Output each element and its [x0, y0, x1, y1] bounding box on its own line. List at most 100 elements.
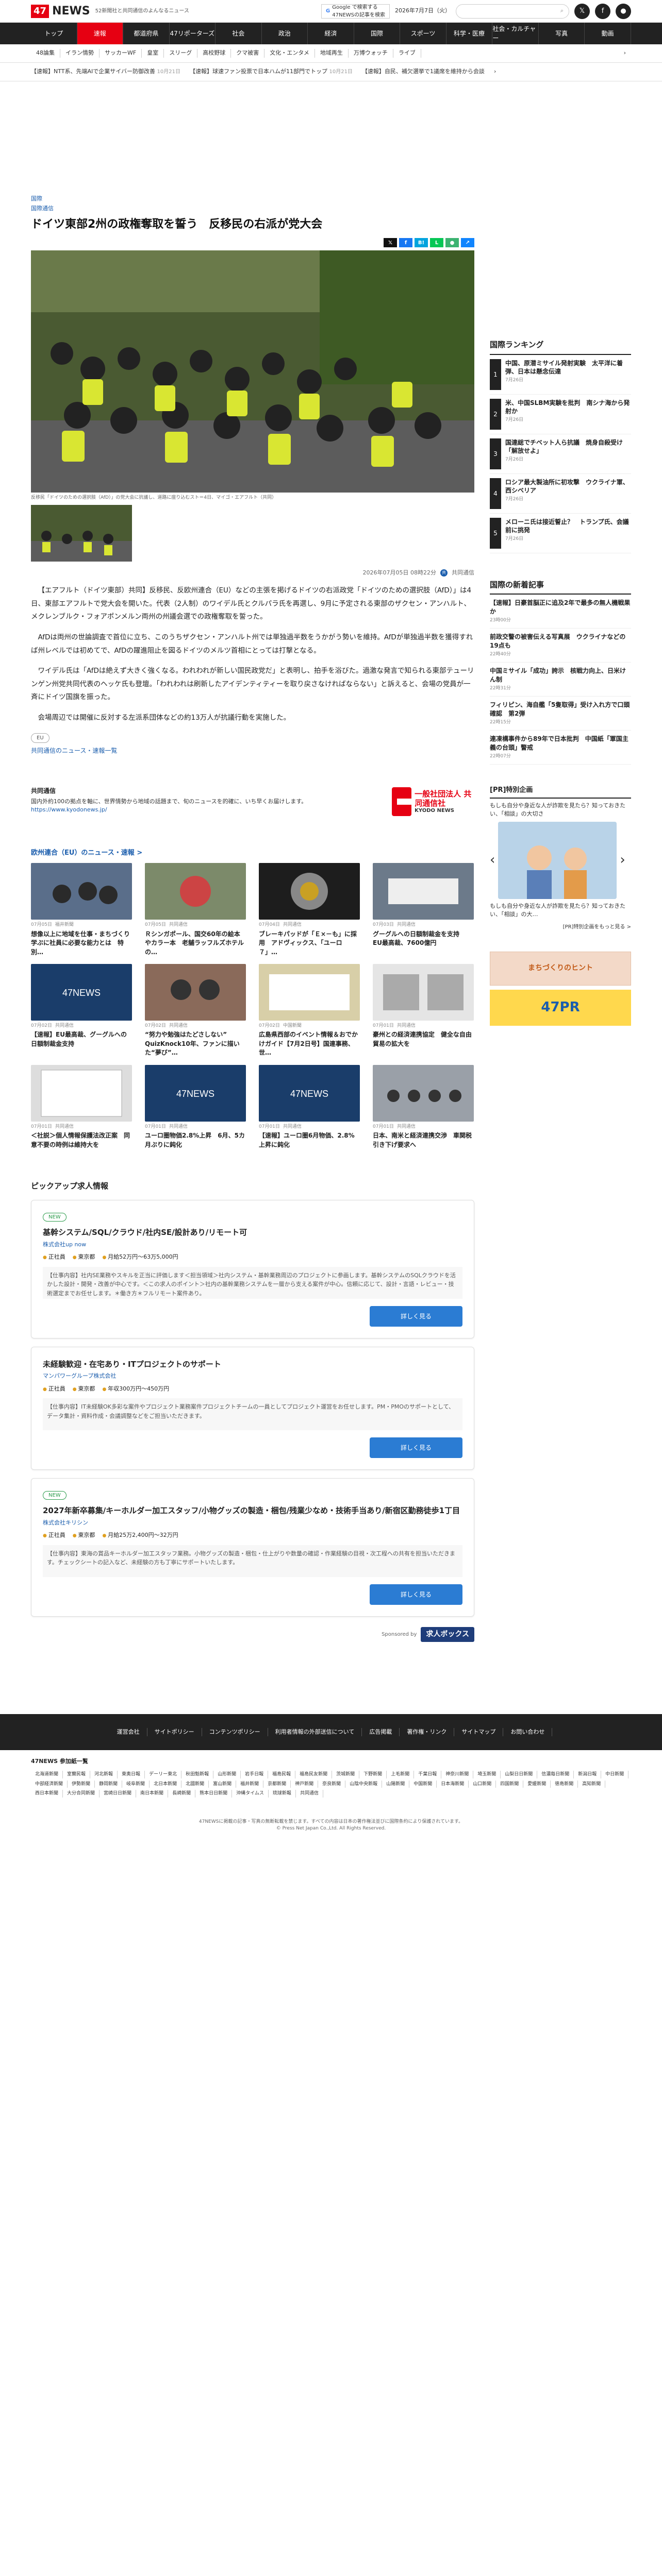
partner-link[interactable]: 北國新聞: [181, 1780, 209, 1788]
search-input[interactable]: ⌕: [456, 4, 569, 19]
nav-society[interactable]: 社会: [216, 23, 262, 44]
kyujin-box-logo[interactable]: 求人ボックス: [421, 1626, 474, 1642]
partner-link[interactable]: 新潟日報: [574, 1771, 602, 1778]
ranking-item[interactable]: 5 メローニ氏は接近誓止？ トランプ氏、会議前に挑発 7月26日: [490, 514, 631, 553]
ranking-item[interactable]: 3 国連総でチベット人ら抗議 焼身自殺受け「解放せよ」 7月26日: [490, 434, 631, 474]
provider-url[interactable]: https://www.kyodonews.jp/: [31, 806, 320, 815]
x-social-icon[interactable]: 𝕏: [574, 3, 590, 19]
partner-link[interactable]: 山口新聞: [469, 1780, 496, 1788]
nav-photo[interactable]: 写真: [539, 23, 585, 44]
partner-link[interactable]: 愛媛新聞: [523, 1780, 551, 1788]
latest-item[interactable]: 連凍構事件から89年で日本批判 中国紙「軍国主義の台頭」警戒 22時07分: [490, 731, 631, 765]
partner-link[interactable]: 山陽新聞: [382, 1780, 410, 1788]
news-card[interactable]: 07月01日 共同通信 ＜社説＞個人情報保護法改正案 同意不要の時例は維持大を: [31, 1064, 132, 1149]
subnav-item[interactable]: 万博ウォッチ: [349, 49, 393, 58]
ticker-item[interactable]: 【速報】自民、補欠選挙で1議席を維持から会談: [362, 67, 485, 76]
partner-link[interactable]: 福島民友新聞: [295, 1771, 333, 1778]
facebook-social-icon[interactable]: f: [595, 3, 610, 19]
partner-link[interactable]: 山梨日日新聞: [501, 1771, 538, 1778]
pr-image[interactable]: [498, 821, 617, 899]
job-detail-button[interactable]: 詳しく見る: [370, 1437, 462, 1459]
partner-link[interactable]: 大分合同新聞: [63, 1790, 100, 1798]
partner-link[interactable]: 室蘭民報: [63, 1771, 91, 1778]
news-card[interactable]: 07月03日 共同通信 グーグルへの日額制裁金を支持 EU最高裁、7600億円: [373, 863, 474, 957]
site-logo[interactable]: 47 NEWS: [31, 3, 90, 20]
partner-link[interactable]: 埼玉新聞: [473, 1771, 501, 1778]
job-title[interactable]: 2027年新卒募集/キーホルダー加工スタッフ/小物グッズの製造・梱包/残業少なめ…: [43, 1505, 462, 1517]
partner-link[interactable]: 静岡新聞: [95, 1780, 123, 1788]
tag-eu[interactable]: EU: [31, 733, 49, 743]
footer-link[interactable]: 著作権・リンク: [400, 1727, 455, 1737]
partner-link[interactable]: 徳島新聞: [551, 1780, 578, 1788]
partner-link[interactable]: 東奥日報: [118, 1771, 145, 1778]
partner-link[interactable]: 京都新聞: [263, 1780, 291, 1788]
47pr-banner[interactable]: 47PR: [490, 989, 631, 1026]
latest-item[interactable]: 【速報】日豪首脳正に追及2年で最多の無人機戦果か 23時00分: [490, 595, 631, 629]
footer-link[interactable]: お問い合わせ: [503, 1727, 553, 1737]
machizukuri-banner[interactable]: まちづくりのヒント: [490, 951, 631, 986]
partner-link[interactable]: 高知新聞: [578, 1780, 606, 1788]
latest-item[interactable]: 中国ミサイル「成功」誇示 核戦力向上、日米けん制 22時31分: [490, 663, 631, 697]
subnav-item[interactable]: 地域再生: [315, 49, 349, 58]
news-card[interactable]: 07月02日 中国新聞 広島県西部のイベント情報＆おでかけガイド【7月2日号】国連事…: [259, 963, 360, 1058]
subnav-item[interactable]: 48論集: [31, 49, 60, 58]
partner-link[interactable]: 福島民報: [268, 1771, 296, 1778]
pr-caption[interactable]: もしも自分や身近な人が詐欺を見たら？知っておきたい、「相談」の大…: [490, 902, 631, 919]
partner-link[interactable]: 北日本新聞: [150, 1780, 182, 1788]
ranking-item[interactable]: 2 米、中国SLBM実験を批判 南シナ海から発射か 7月26日: [490, 395, 631, 434]
latest-item[interactable]: フィリピン、海自艦「5隻取得」受け入れ方で口頭確認 第2弾 22時15分: [490, 697, 631, 731]
nav-politics[interactable]: 政治: [262, 23, 308, 44]
partner-link[interactable]: 上毛新聞: [387, 1771, 415, 1778]
nav-prefectures[interactable]: 都道府県: [123, 23, 170, 44]
ranking-item[interactable]: 1 中国、原潜ミサイル発射実験 太平洋に着弾、日本は懸念伝達 7月26日: [490, 355, 631, 395]
news-card[interactable]: 47NEWS 07月01日 共同通信 ユーロ圏物価2.8%上昇 6月、5カ月ぶりに鈍化: [145, 1064, 246, 1149]
subnav-item[interactable]: 文化・エンタメ: [264, 49, 315, 58]
partner-link[interactable]: 熊本日日新聞: [195, 1790, 233, 1798]
kyodo-news-list-link[interactable]: 共同通信のニュース・速報一覧: [31, 746, 474, 755]
subnav-item[interactable]: スリーグ: [164, 49, 198, 58]
chevron-right-icon[interactable]: ›: [620, 850, 625, 870]
nav-sports[interactable]: スポーツ: [400, 23, 446, 44]
partner-link[interactable]: 中国新聞: [409, 1780, 437, 1788]
ticker-item[interactable]: 【速報】球速ファン投票で日本ハムが11部門でトップ 10月21日: [190, 67, 353, 76]
partner-link[interactable]: 福井新聞: [236, 1780, 264, 1788]
job-card[interactable]: 未経験歓迎・在宅あり・ITプロジェクトのサポート マンパワーグループ株式会社 正…: [31, 1346, 474, 1470]
partner-link[interactable]: デーリー東北: [145, 1771, 182, 1778]
partner-link[interactable]: 神奈川新聞: [441, 1771, 474, 1778]
partner-link[interactable]: 四国新聞: [496, 1780, 524, 1788]
partner-link[interactable]: 共同通信: [296, 1790, 323, 1798]
subnav-item[interactable]: 皇室: [142, 49, 164, 58]
partner-link[interactable]: 山陰中央新報: [345, 1780, 383, 1788]
subnav-item[interactable]: 高校野球: [197, 49, 231, 58]
nav-economy[interactable]: 経済: [308, 23, 354, 44]
partner-link[interactable]: 信濃毎日新聞: [537, 1771, 574, 1778]
article-category[interactable]: 国際通信: [31, 205, 474, 213]
article-main-photo[interactable]: [31, 250, 474, 493]
partner-link[interactable]: 山形新聞: [213, 1771, 241, 1778]
partner-link[interactable]: 河北新報: [90, 1771, 118, 1778]
ticker-item[interactable]: 【速報】NTT系、先端AIで企業サイバー防御改善 10月21日: [31, 67, 180, 76]
partner-link[interactable]: 富山新聞: [209, 1780, 237, 1788]
pocket-share-icon[interactable]: ●: [445, 238, 459, 247]
news-card[interactable]: 47NEWS 07月01日 共同通信 【速報】ユーロ圏6月物価、2.8%上昇に鈍化: [259, 1064, 360, 1149]
job-card[interactable]: NEW 基幹システム/SQL/クラウド/社内SE/設計あり/リモート可 株式会社…: [31, 1200, 474, 1338]
partner-link[interactable]: 宮崎日日新聞: [100, 1790, 137, 1798]
latest-item[interactable]: 前政交警の被害伝える写真展 ウクライナなどの19点も 22時40分: [490, 629, 631, 663]
news-card[interactable]: 47NEWS 07月02日 共同通信 【速報】EU最高裁、グーグルへの日額制裁金支持: [31, 963, 132, 1058]
partner-link[interactable]: 秋田魁新報: [181, 1771, 214, 1778]
nav-video[interactable]: 動画: [585, 23, 631, 44]
job-title[interactable]: 基幹システム/SQL/クラウド/社内SE/設計あり/リモート可: [43, 1227, 462, 1239]
partner-link[interactable]: 中日新聞: [601, 1771, 629, 1778]
footer-link[interactable]: 広告掲載: [362, 1727, 400, 1737]
news-card[interactable]: 07月02日 共同通信 “努力や勉強はたどさしない” QuizKnock10年、ファ…: [145, 963, 246, 1058]
ranking-item[interactable]: 4 ロシア最大製油所に初攻撃 ウクライナ軍、西シベリア 7月26日: [490, 474, 631, 514]
article-provider[interactable]: 共同通信: [452, 569, 474, 578]
footer-link[interactable]: 利用者情報の外部送信について: [268, 1727, 362, 1737]
partner-link[interactable]: 奈良新聞: [318, 1780, 346, 1788]
hatena-share-icon[interactable]: B!: [415, 238, 428, 247]
partner-link[interactable]: 沖縄タイムス: [232, 1790, 269, 1798]
subnav-item[interactable]: イラン情勢: [60, 49, 100, 58]
nav-breaking[interactable]: 速報: [77, 23, 124, 44]
subnav-item[interactable]: サッカーWF: [100, 49, 142, 58]
partner-link[interactable]: 中部経済新聞: [31, 1780, 68, 1788]
